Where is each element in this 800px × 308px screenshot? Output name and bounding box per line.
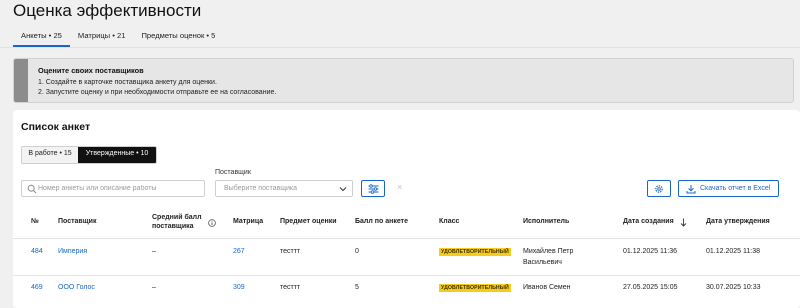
info-notice: Оцените своих поставщиков 1. Создайте в …: [13, 58, 794, 103]
row-1-num-link[interactable]: 484: [31, 247, 43, 257]
notice-title: Оцените своих поставщиков: [38, 66, 144, 75]
search-icon: [27, 184, 37, 194]
col-header-avg-score: Средний балл поставщика: [152, 213, 202, 231]
col-header-supplier: Поставщик: [58, 218, 97, 225]
segment-in-progress[interactable]: В работе • 15: [22, 147, 78, 163]
list-title: Список анкет: [21, 121, 91, 133]
row-1-subject: тесттт: [280, 248, 301, 255]
tab-bar: Анкеты • 25 Матрицы • 21 Предметы оценок…: [13, 29, 223, 47]
notice-step-2: 2. Запустите оценку и при необходимости …: [38, 89, 277, 96]
filter-settings-button[interactable]: [361, 180, 385, 197]
row-2-matrix-link[interactable]: 309: [233, 283, 245, 293]
col-header-created[interactable]: Дата создания: [623, 217, 674, 226]
tab-matrices[interactable]: Матрицы • 21: [70, 29, 134, 47]
col-header-class: Класс: [439, 218, 460, 225]
row-2-supplier-link[interactable]: ООО Голос: [58, 283, 95, 293]
search-input[interactable]: [38, 181, 202, 196]
filter-settings-icon: [368, 184, 379, 194]
col-header-score: Балл по анкете: [355, 218, 408, 225]
table-row-divider: [13, 275, 800, 276]
col-header-approved: Дата утверждения: [706, 218, 770, 225]
row-1-class-badge: УДОВЛЕТВОРИТЕЛЬНЫЙ: [439, 248, 511, 256]
table-settings-button[interactable]: [647, 180, 671, 197]
info-icon[interactable]: [208, 219, 216, 227]
supplier-filter-label: Поставщик: [215, 169, 251, 176]
segment-approved[interactable]: Утвержденные • 10: [78, 147, 156, 163]
table-header-divider: [13, 238, 800, 239]
row-1-supplier-link[interactable]: Империя: [58, 247, 87, 257]
row-1-executor-line2: Васильевич: [523, 259, 562, 266]
row-1-created: 01.12.2025 11:36: [623, 248, 677, 255]
notice-step-1: 1. Создайте в карточке поставщика анкету…: [38, 79, 217, 86]
notice-accent-bar: [14, 59, 28, 102]
download-excel-label: Скачать отчет в Excel: [700, 185, 771, 192]
col-header-avg-line1: Средний балл: [152, 214, 202, 221]
download-icon: [686, 185, 696, 194]
questionnaire-list-card: Список анкет В работе • 15 Утвержденные …: [13, 110, 800, 308]
sort-arrow-down-icon[interactable]: [680, 218, 687, 227]
row-2-executor-line1: Иванов Семен: [523, 284, 571, 291]
col-header-executor: Исполнитель: [523, 218, 570, 225]
row-1-executor-line1: Михайлев Петр: [523, 248, 574, 255]
row-2-class-badge: УДОВЛЕТВОРИТЕЛЬНЫЙ: [439, 284, 511, 292]
row-2-num-link[interactable]: 469: [31, 283, 43, 293]
tab-questionnaires[interactable]: Анкеты • 25: [13, 29, 70, 47]
status-segmented-control: В работе • 15 Утвержденные • 10: [21, 146, 157, 164]
col-header-subject: Предмет оценки: [280, 218, 337, 225]
supplier-select[interactable]: Выберите поставщика: [215, 180, 353, 197]
search-box: [21, 180, 205, 197]
gear-icon: [655, 185, 663, 193]
row-2-approved: 30.07.2025 10:33: [706, 284, 761, 291]
tab-assessment-subjects[interactable]: Предметы оценок • 5: [133, 29, 223, 47]
row-1-matrix-link[interactable]: 267: [233, 247, 245, 257]
supplier-select-placeholder: Выберите поставщика: [224, 185, 297, 192]
row-1-score: 0: [355, 248, 359, 255]
row-1-avg-score: –: [152, 248, 156, 255]
row-2-subject: тесттт: [280, 284, 301, 291]
row-2-created: 27.05.2025 15:05: [623, 284, 678, 291]
col-header-matrix: Матрица: [233, 218, 264, 225]
col-header-num: №: [31, 218, 39, 225]
page-title: Оценка эффективности: [13, 1, 202, 20]
row-2-avg-score: –: [152, 284, 156, 291]
clear-filters-icon[interactable]: ×: [397, 182, 402, 192]
row-1-approved: 01.12.2025 11:38: [706, 248, 760, 255]
tabs-divider: [0, 47, 800, 48]
row-2-score: 5: [355, 284, 359, 291]
download-excel-button[interactable]: Скачать отчет в Excel: [678, 180, 779, 197]
chevron-down-icon: [339, 187, 347, 192]
col-header-avg-line2: поставщика: [152, 223, 194, 230]
